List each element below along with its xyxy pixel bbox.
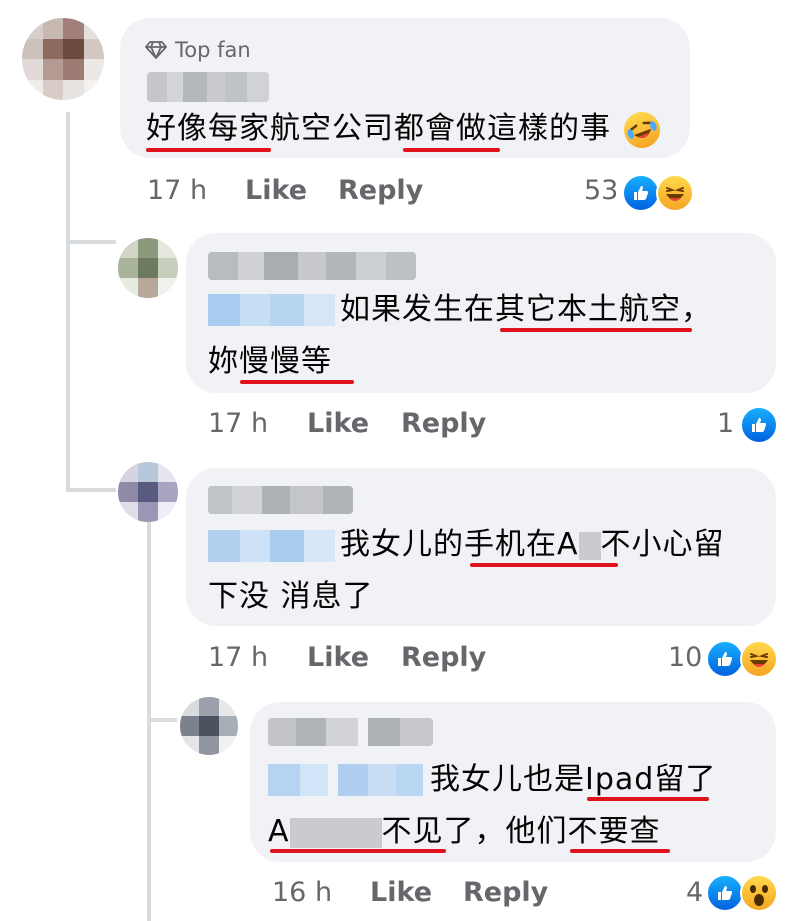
diamond-icon <box>145 41 167 59</box>
reaction-count[interactable]: 4 <box>686 877 703 908</box>
blurred-word <box>578 531 601 560</box>
comment-time[interactable]: 17 h <box>208 408 268 439</box>
badge-label: Top fan <box>175 38 251 62</box>
reply-button[interactable]: Reply <box>401 408 486 439</box>
mention-blurred[interactable] <box>208 294 335 326</box>
comment-time[interactable]: 17 h <box>147 175 207 206</box>
highlight-underline <box>146 148 271 152</box>
like-button[interactable]: Like <box>370 877 432 908</box>
like-button[interactable]: Like <box>307 642 369 673</box>
author-name-blurred[interactable] <box>147 72 269 102</box>
haha-reaction-icon <box>740 640 778 678</box>
reaction-count[interactable]: 10 <box>668 642 702 673</box>
comment-time[interactable]: 17 h <box>208 642 268 673</box>
highlight-underline <box>270 849 446 853</box>
top-fan-badge: Top fan <box>145 38 251 62</box>
comment-text-line1: 如果发生在其它本土航空， <box>340 292 712 327</box>
mention-blurred[interactable] <box>268 764 423 796</box>
reply-button[interactable]: Reply <box>338 175 423 206</box>
like-reaction-icon <box>706 874 744 912</box>
comment-time[interactable]: 16 h <box>272 877 332 908</box>
thread-connector <box>147 718 177 722</box>
comment-text: 好像每家航空公司都會做這樣的事 <box>146 111 611 146</box>
avatar[interactable] <box>22 18 104 100</box>
author-name-blurred[interactable] <box>208 252 416 280</box>
highlight-underline <box>240 380 354 384</box>
author-name-blurred[interactable] <box>268 718 433 746</box>
like-button[interactable]: Like <box>307 408 369 439</box>
highlight-underline <box>500 328 692 332</box>
reply-button[interactable]: Reply <box>463 877 548 908</box>
like-reaction-icon <box>622 174 660 212</box>
reaction-count[interactable]: 53 <box>584 175 618 206</box>
thread-connector <box>66 240 116 244</box>
mention-blurred[interactable] <box>208 530 335 562</box>
comment-text-line2: 妳慢慢等 <box>208 344 332 379</box>
like-reaction-icon <box>706 640 744 678</box>
like-button[interactable]: Like <box>245 175 307 206</box>
wow-reaction-icon <box>740 874 778 912</box>
blurred-word <box>289 817 382 848</box>
highlight-underline <box>470 563 618 567</box>
highlight-underline <box>587 797 709 801</box>
highlight-underline <box>403 148 500 152</box>
comment-text-line2: 下没 消息了 <box>208 579 374 614</box>
avatar[interactable] <box>118 462 178 522</box>
avatar[interactable] <box>180 697 238 755</box>
author-name-blurred[interactable] <box>208 486 353 514</box>
haha-reaction-icon <box>656 174 694 212</box>
like-reaction-icon <box>740 406 778 444</box>
reaction-count[interactable]: 1 <box>717 408 734 439</box>
thread-line-main <box>66 112 70 492</box>
reply-button[interactable]: Reply <box>401 642 486 673</box>
comment-text-line1: 我女儿的手机在A 不小心留 <box>340 527 725 562</box>
thread-connector <box>66 488 116 492</box>
avatar[interactable] <box>118 238 178 298</box>
highlight-underline <box>570 849 670 853</box>
